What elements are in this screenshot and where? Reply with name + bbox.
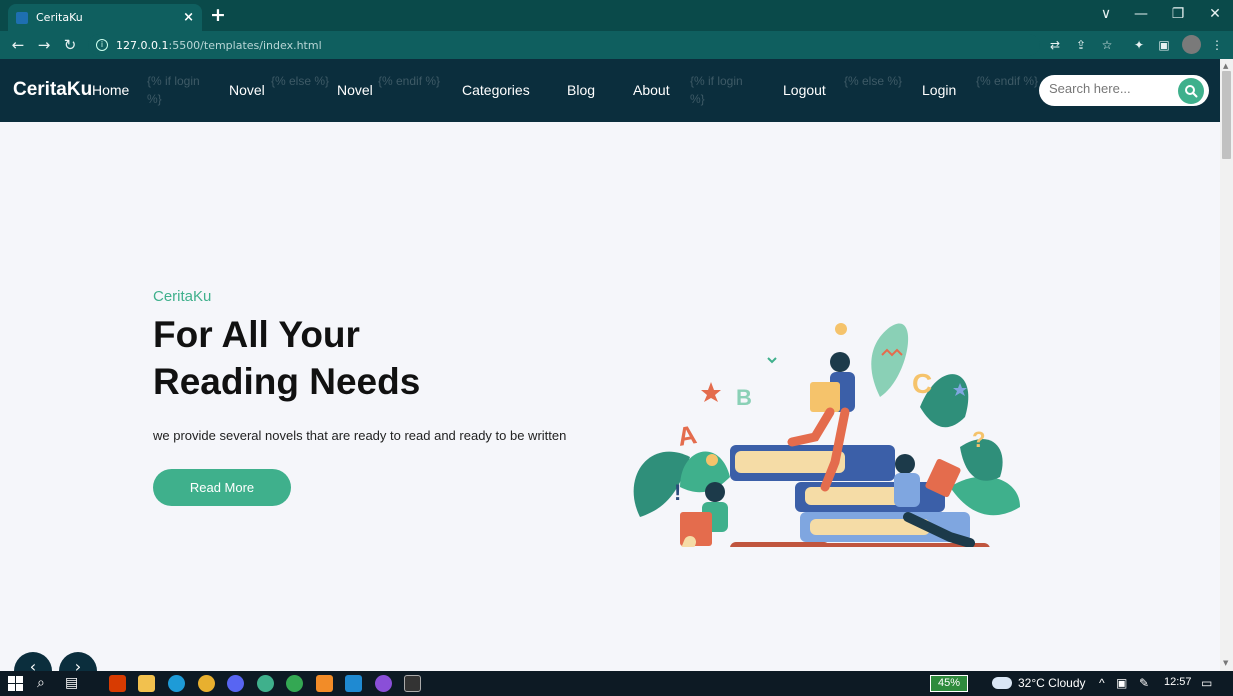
template-tag-text: {% else %} xyxy=(844,74,903,88)
tab-title: CeritaKu xyxy=(36,11,83,24)
scroll-down-icon[interactable]: ▼ xyxy=(1223,659,1228,667)
nav-login-link[interactable]: Login xyxy=(922,82,956,98)
svg-text:C: C xyxy=(912,368,932,399)
battery-indicator[interactable]: 45% xyxy=(930,675,968,692)
translate-icon[interactable]: ⇄ xyxy=(1047,38,1063,52)
carousel-prev-button[interactable]: ‹ xyxy=(14,652,52,671)
page-viewport: CeritaKu Home {% if login %} Novel {% el… xyxy=(0,59,1220,671)
nav-logout-link[interactable]: Logout xyxy=(783,82,826,98)
svg-text:?: ? xyxy=(972,427,985,452)
hero-title-line1: For All Your xyxy=(153,314,360,355)
chrome-icon[interactable] xyxy=(198,675,215,692)
reload-icon[interactable]: ↻ xyxy=(61,36,79,54)
hero-eyebrow: CeritaKu xyxy=(153,288,212,305)
pen-icon[interactable]: ✎ xyxy=(1139,676,1149,690)
svg-text:B: B xyxy=(736,385,752,410)
terminal-icon[interactable] xyxy=(404,675,421,692)
url-host: 127.0.0.1 xyxy=(116,38,169,52)
search-icon xyxy=(1185,85,1198,98)
template-tag-text: {% else %} xyxy=(271,74,330,88)
address-bar[interactable]: i 127.0.0.1:5500/templates/index.html xyxy=(88,34,1040,56)
tray-app-icon[interactable]: ▣ xyxy=(1116,676,1127,690)
nav-novel-link[interactable]: Novel xyxy=(229,82,265,98)
forward-icon[interactable]: → xyxy=(35,36,53,54)
hero-title-line2: Reading Needs xyxy=(153,361,421,402)
scroll-up-icon[interactable]: ▲ xyxy=(1223,62,1228,70)
search-input[interactable] xyxy=(1049,81,1177,96)
windows-taskbar: ⌕ ▤ 45% 32°C Cloudy ^ ▣ ✎ 12:57 ▭ xyxy=(0,671,1233,696)
nav-about-link[interactable]: About xyxy=(633,82,670,98)
nav-categories-link[interactable]: Categories xyxy=(462,82,530,98)
tray-chevron-icon[interactable]: ^ xyxy=(1099,676,1105,690)
discord-icon[interactable] xyxy=(227,675,244,692)
nav-home-link[interactable]: Home xyxy=(92,82,129,98)
browser-tab[interactable]: CeritaKu × xyxy=(8,4,202,31)
site-logo[interactable]: CeritaKu xyxy=(13,79,92,101)
notification-icon[interactable]: ▭ xyxy=(1201,676,1212,690)
nav-blog-link[interactable]: Blog xyxy=(567,82,595,98)
nav-novel-link-alt[interactable]: Novel xyxy=(337,82,373,98)
profile-avatar[interactable] xyxy=(1182,35,1201,54)
carousel-next-button[interactable]: › xyxy=(59,652,97,671)
page-scrollbar[interactable]: ▲ ▼ xyxy=(1220,59,1233,671)
github-desktop-icon[interactable] xyxy=(375,675,392,692)
office-app-icon[interactable] xyxy=(109,675,126,692)
browser-tab-strip: CeritaKu × + ∨ — ❐ ✕ xyxy=(0,0,1233,31)
close-window-button[interactable]: ✕ xyxy=(1205,6,1225,22)
search-box xyxy=(1039,75,1209,106)
tab-search-icon[interactable]: ∨ xyxy=(1096,6,1116,22)
template-tag-text: {% if login %} xyxy=(147,74,200,106)
file-explorer-icon[interactable] xyxy=(138,675,155,692)
browser-menu-icon[interactable]: ⋮ xyxy=(1209,38,1225,52)
url-path: :5500/templates/index.html xyxy=(168,38,322,52)
side-panel-icon[interactable]: ▣ xyxy=(1156,38,1172,52)
template-tag-text: {% if login %} xyxy=(690,74,743,106)
new-tab-button[interactable]: + xyxy=(208,4,228,26)
restore-button[interactable]: ❐ xyxy=(1168,6,1188,22)
reading-illustration: B A C ? ! xyxy=(633,323,1020,547)
svg-text:!: ! xyxy=(674,480,681,505)
chrome-active-icon[interactable] xyxy=(257,675,274,692)
template-tag-text: {% endif %} xyxy=(378,74,441,88)
read-more-button[interactable]: Read More xyxy=(153,469,291,506)
browser-toolbar: ← → ↻ i 127.0.0.1:5500/templates/index.h… xyxy=(0,31,1233,59)
svg-text:A: A xyxy=(675,419,699,452)
page-favicon-icon xyxy=(16,11,28,24)
hero-description: we provide several novels that are ready… xyxy=(153,428,567,443)
scrollbar-thumb[interactable] xyxy=(1222,71,1231,159)
edge-browser-icon[interactable] xyxy=(168,675,185,692)
bookmark-star-icon[interactable]: ☆ xyxy=(1099,38,1115,52)
site-navbar: CeritaKu Home {% if login %} Novel {% el… xyxy=(0,59,1220,122)
tab-close-icon[interactable]: × xyxy=(183,10,194,25)
windows-start-icon[interactable] xyxy=(7,675,24,692)
template-tag-text: {% endif %} xyxy=(976,74,1039,88)
hero-title: For All Your Reading Needs xyxy=(153,311,513,405)
xampp-icon[interactable] xyxy=(316,675,333,692)
chrome-profile-icon[interactable] xyxy=(286,675,303,692)
taskbar-search-icon[interactable]: ⌕ xyxy=(37,674,45,691)
extensions-puzzle-icon[interactable]: ✦ xyxy=(1131,38,1147,52)
cloud-weather-icon xyxy=(992,677,1012,689)
site-info-icon[interactable]: i xyxy=(96,39,108,51)
clock-time[interactable]: 12:57 xyxy=(1164,676,1192,688)
task-view-icon[interactable]: ▤ xyxy=(65,674,78,691)
minimize-button[interactable]: — xyxy=(1131,6,1151,22)
weather-text[interactable]: 32°C Cloudy xyxy=(1018,676,1086,690)
vscode-icon[interactable] xyxy=(345,675,362,692)
share-icon[interactable]: ⇪ xyxy=(1073,38,1089,52)
search-button[interactable] xyxy=(1178,78,1204,104)
back-icon[interactable]: ← xyxy=(9,36,27,54)
